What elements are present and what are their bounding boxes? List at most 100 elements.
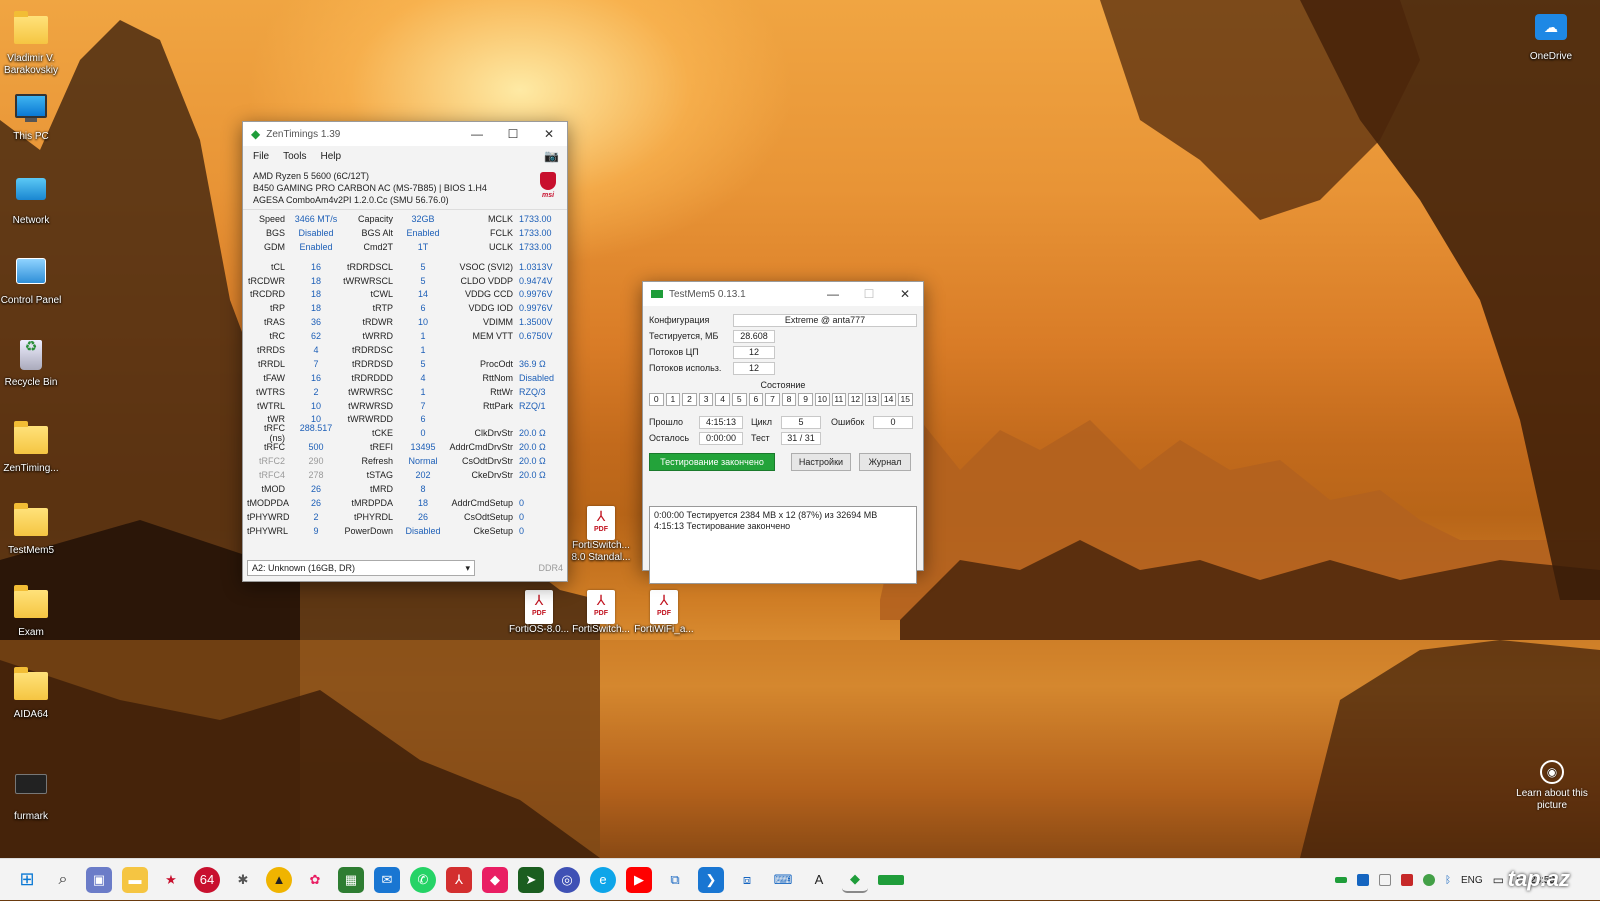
desktop-icon-user[interactable]: Vladimir V. Barakovskiy (0, 10, 66, 77)
mail-icon[interactable]: ✉ (374, 866, 400, 893)
desktop-icon-exam[interactable]: Exam (0, 584, 66, 639)
pinwheel-icon[interactable]: ✿ (302, 867, 328, 893)
timings-row: tWTRS 2 tWRWRSC 1 RttWr RZQ/3 (247, 385, 563, 399)
screenshot-camera-icon[interactable]: 📷 (544, 149, 559, 163)
terminal-icon[interactable]: ❯ (698, 866, 724, 893)
minimize-button[interactable]: — (459, 127, 495, 141)
timing-label: ClkDrvStr (474, 428, 514, 439)
timing-value: 202 (415, 469, 431, 480)
discord-icon[interactable]: ◎ (554, 866, 580, 893)
timing-label: FCLK (489, 227, 513, 238)
test-log[interactable]: 0:00:00 Тестируется 2384 MB x 12 (87%) и… (649, 506, 917, 584)
desktop-icon-aida64[interactable]: AIDA64 (0, 666, 66, 721)
search-icon[interactable]: ⌕ (50, 867, 76, 893)
menu-file[interactable]: File (253, 151, 269, 162)
start-windows-icon[interactable]: ⊞ (14, 867, 40, 893)
zentimings-titlebar[interactable]: ◆ ZenTimings 1.39 — ☐ ✕ (243, 122, 567, 146)
settings-button[interactable]: Настройки (791, 453, 851, 471)
network-tool-icon[interactable]: ✱ (230, 867, 256, 893)
timing-value: Enabled (299, 241, 333, 252)
tray-app-icon[interactable] (1400, 874, 1413, 886)
desktop-icon-furmark[interactable]: furmark (0, 766, 66, 823)
photos-icon[interactable]: ▦ (338, 866, 364, 893)
tray-window-icon[interactable] (1378, 874, 1391, 886)
desktop-icon-zentimings[interactable]: ZenTiming... (0, 420, 66, 475)
log-button[interactable]: Журнал (859, 453, 911, 471)
desktop-icon-this-pc[interactable]: This PC (0, 92, 66, 143)
timing-label: UCLK (488, 241, 513, 252)
user-folder-icon (14, 11, 48, 50)
timing-value: 500 (308, 442, 324, 453)
menu-help[interactable]: Help (320, 151, 341, 162)
memory-module-select[interactable]: A2: Unknown (16GB, DR) ▾ (247, 560, 475, 576)
pdf-reader-icon[interactable]: ⅄ (446, 866, 472, 893)
timing-label: tWRWRDD (347, 414, 393, 425)
testmem-taskbar-icon[interactable] (878, 874, 904, 885)
timing-value: 5 (420, 275, 426, 286)
timing-label: RttWr (490, 386, 513, 397)
timing-label: tMRD (370, 483, 393, 494)
testmem5-titlebar[interactable]: TestMem5 0.13.1 — ☐ ✕ (643, 282, 923, 306)
network-icon (14, 178, 48, 212)
file-explorer-icon[interactable]: ▬ (122, 866, 148, 893)
maximize-button[interactable]: ☐ (851, 287, 887, 301)
zentimings-window[interactable]: ◆ ZenTimings 1.39 — ☐ ✕ File Tools Help … (242, 121, 568, 582)
network-monitor-icon[interactable]: ⧉ (662, 867, 688, 893)
timing-value: 20.0 Ω (519, 469, 546, 480)
cloud-icon: ☁ (1534, 14, 1568, 48)
youtube-icon[interactable]: ▶ (626, 866, 652, 893)
remote-desktop-icon[interactable]: ⧈ (734, 867, 760, 893)
timing-value: 8 (420, 483, 426, 494)
tray-memory-icon[interactable] (1334, 877, 1347, 883)
triangle-app-icon[interactable]: ▲ (266, 866, 292, 893)
timing-value: 26 (310, 483, 321, 494)
close-button[interactable]: ✕ (531, 127, 567, 141)
desktop-pdf-fortiswitch-standalone[interactable]: ⅄ PDF FortiSwitch... 8.0 Standal... (566, 506, 636, 564)
desktop-icon-control-panel[interactable]: Control Panel (0, 256, 66, 307)
test-finished-button[interactable]: Тестирование закончено (649, 453, 775, 471)
testmem-app-icon (651, 290, 663, 298)
bluetooth-icon[interactable]: ᛒ (1445, 875, 1451, 886)
desktop-icon-onedrive[interactable]: ☁ OneDrive (1516, 12, 1586, 63)
diamond-app-icon[interactable]: ◆ (482, 866, 508, 893)
pdf-file-icon: ⅄ PDF (587, 506, 615, 540)
desktop-icon-network[interactable]: Network (0, 174, 66, 227)
timing-value: 16 (310, 261, 321, 272)
language-indicator[interactable]: ENG (1461, 875, 1483, 886)
desktop-icon-recycle-bin[interactable]: ♻ Recycle Bin (0, 338, 66, 389)
minimize-button[interactable]: — (815, 287, 851, 301)
aida64-icon[interactable]: 64 (194, 866, 220, 893)
timing-value: 10 (417, 317, 428, 328)
testmem5-window[interactable]: TestMem5 0.13.1 — ☐ ✕ Конфигурация Extre… (642, 281, 924, 584)
edge-browser-icon[interactable]: e (590, 866, 616, 893)
timing-value: 0 (519, 511, 525, 522)
window-title: TestMem5 0.13.1 (669, 288, 746, 300)
timing-value: 26 (310, 497, 321, 508)
whatsapp-icon[interactable]: ✆ (410, 866, 436, 893)
task-view-icon[interactable]: ▣ (86, 866, 112, 893)
zentimings-taskbar-icon[interactable]: ◆ (842, 867, 868, 893)
desktop-icon-testmem5[interactable]: TestMem5 (0, 502, 66, 557)
log-line: 0:00:00 Тестируется 2384 MB x 12 (87%) и… (654, 510, 878, 520)
app-star-icon[interactable]: ★ (158, 867, 184, 893)
tray-shield-icon[interactable] (1356, 874, 1369, 886)
pc-manager-icon[interactable]: ⌨ (770, 867, 796, 893)
thread-cell: 12 (848, 393, 863, 406)
tray-status-icon[interactable] (1422, 874, 1435, 886)
desktop-pdf-fortiwifi[interactable]: ⅄ PDF FortiWiFi_a... (629, 590, 699, 636)
arrow-app-icon[interactable]: ➤ (518, 866, 544, 893)
menu-tools[interactable]: Tools (283, 151, 306, 162)
timing-label: tRRDL (257, 358, 285, 369)
timing-value: 14 (417, 289, 428, 300)
remaining-value: 0:00:00 (699, 431, 743, 445)
timing-label: tRFC (264, 442, 285, 453)
desktop-pdf-fortios[interactable]: ⅄ PDF FortiOS-8.0... (504, 590, 574, 636)
network-status-icon[interactable]: ▭ (1493, 873, 1504, 887)
font-app-icon[interactable]: A (806, 867, 832, 893)
maximize-button[interactable]: ☐ (495, 127, 531, 141)
timing-value: 4 (420, 372, 426, 383)
desktop-pdf-fortiswitch[interactable]: ⅄ PDF FortiSwitch... (566, 590, 636, 636)
close-button[interactable]: ✕ (887, 287, 923, 301)
learn-about-picture[interactable]: ◉ Learn about this picture (1502, 760, 1600, 812)
menu-bar: File Tools Help 📷 (243, 146, 567, 166)
